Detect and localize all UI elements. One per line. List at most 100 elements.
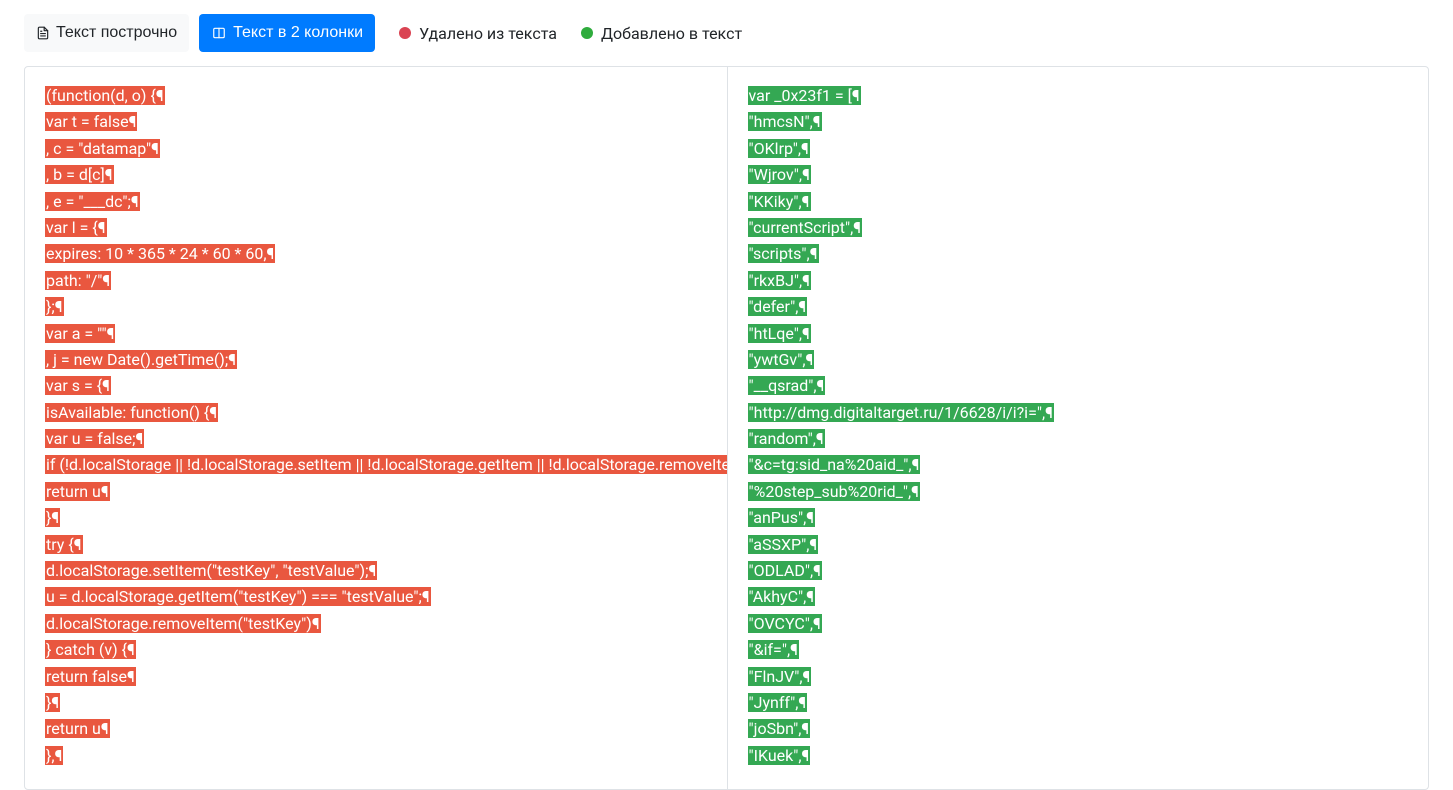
diff-area: (function(d, o) {¶ var t = false¶ , c = "d… xyxy=(24,66,1429,790)
removed-text: if (!d.localStorage || !d.localStorage.s… xyxy=(45,455,727,474)
added-text: "&c=tg:sid_na%20aid_",¶ xyxy=(748,455,921,474)
removed-text: }¶ xyxy=(45,693,60,712)
diff-line: , e = "___dc";¶ xyxy=(45,189,707,215)
removed-text: var u = false;¶ xyxy=(45,429,144,448)
removed-text: , b = d[c]¶ xyxy=(45,165,114,184)
removed-text: },¶ xyxy=(45,746,63,765)
removed-text: var s = {¶ xyxy=(45,376,111,395)
diff-line: "IKuek",¶ xyxy=(748,743,1409,769)
removed-text: try {¶ xyxy=(45,535,83,554)
mode-columns-label: Текст в 2 колонки xyxy=(233,21,363,45)
diff-line: return u¶ xyxy=(45,716,707,742)
removed-text: var t = false¶ xyxy=(45,112,137,131)
mode-columns-button[interactable]: Текст в 2 колонки xyxy=(199,14,375,52)
diff-line: var a = ""¶ xyxy=(45,321,707,347)
legend-added: Добавлено в текст xyxy=(581,24,742,43)
diff-line: "Jynff",¶ xyxy=(748,690,1409,716)
added-text: "joSbn",¶ xyxy=(748,719,811,738)
removed-text: isAvailable: function() {¶ xyxy=(45,403,218,422)
mode-line-button[interactable]: Текст построчно xyxy=(24,14,189,52)
added-text: "Jynff",¶ xyxy=(748,693,808,712)
legend-added-label: Добавлено в текст xyxy=(601,24,742,43)
added-text: var _0x23f1 = [¶ xyxy=(748,86,861,105)
diff-line: "FlnJV",¶ xyxy=(748,664,1409,690)
toolbar: Текст построчно Текст в 2 колонки Удален… xyxy=(0,0,1453,66)
diff-line: "%20step_sub%20rid_",¶ xyxy=(748,479,1409,505)
added-text: "KKiky",¶ xyxy=(748,192,811,211)
removed-text: , c = "datamap"¶ xyxy=(45,139,160,158)
diff-line: , j = new Date().getTime();¶ xyxy=(45,347,707,373)
diff-right-column: var _0x23f1 = [¶ "hmcsN",¶ "OKlrp",¶ "Wjrov… xyxy=(727,67,1429,789)
diff-line: var _0x23f1 = [¶ xyxy=(748,83,1409,109)
legend-removed: Удалено из текста xyxy=(399,24,557,43)
added-text: "%20step_sub%20rid_",¶ xyxy=(748,482,920,501)
diff-line: "OKlrp",¶ xyxy=(748,136,1409,162)
diff-line: }¶ xyxy=(45,690,707,716)
added-text: "IKuek",¶ xyxy=(748,746,811,765)
diff-line: } catch (v) {¶ xyxy=(45,637,707,663)
added-text: "scripts",¶ xyxy=(748,244,819,263)
added-text: "ywtGv",¶ xyxy=(748,350,815,369)
added-text: "FlnJV",¶ xyxy=(748,667,812,686)
added-text: "random",¶ xyxy=(748,429,825,448)
added-text: "anPus",¶ xyxy=(748,508,816,527)
diff-left-column: (function(d, o) {¶ var t = false¶ , c = "d… xyxy=(25,67,727,789)
removed-text: (function(d, o) {¶ xyxy=(45,86,165,105)
diff-line: path: "/"¶ xyxy=(45,268,707,294)
diff-line: },¶ xyxy=(45,743,707,769)
diff-line: d.localStorage.removeItem("testKey")¶ xyxy=(45,611,707,637)
removed-text: } catch (v) {¶ xyxy=(45,640,136,659)
diff-line: "ODLAD",¶ xyxy=(748,558,1409,584)
diff-line: , c = "datamap"¶ xyxy=(45,136,707,162)
diff-line: return u¶ xyxy=(45,479,707,505)
diff-line: "hmcsN",¶ xyxy=(748,109,1409,135)
added-text: "currentScript",¶ xyxy=(748,218,863,237)
removed-text: path: "/"¶ xyxy=(45,271,111,290)
diff-line: "&c=tg:sid_na%20aid_",¶ xyxy=(748,452,1409,478)
diff-line: expires: 10 * 365 * 24 * 60 * 60,¶ xyxy=(45,241,707,267)
diff-line: "htLqe",¶ xyxy=(748,321,1409,347)
added-text: "OKlrp",¶ xyxy=(748,139,810,158)
diff-line: }¶ xyxy=(45,505,707,531)
removed-text: var a = ""¶ xyxy=(45,324,115,343)
diff-line: if (!d.localStorage || !d.localStorage.s… xyxy=(45,452,707,478)
diff-line: "OVCYC",¶ xyxy=(748,611,1409,637)
columns-icon xyxy=(211,26,227,40)
diff-line: var u = false;¶ xyxy=(45,426,707,452)
diff-line: u = d.localStorage.getItem("testKey") ==… xyxy=(45,584,707,610)
diff-line: d.localStorage.setItem("testKey", "testV… xyxy=(45,558,707,584)
dot-removed-icon xyxy=(399,27,411,39)
diff-line: "aSSXP",¶ xyxy=(748,532,1409,558)
removed-text: }¶ xyxy=(45,508,60,527)
diff-line: "Wjrov",¶ xyxy=(748,162,1409,188)
removed-text: d.localStorage.removeItem("testKey")¶ xyxy=(45,614,321,633)
added-text: "Wjrov",¶ xyxy=(748,165,811,184)
added-text: "aSSXP",¶ xyxy=(748,535,819,554)
removed-text: return false¶ xyxy=(45,667,136,686)
file-text-icon xyxy=(36,26,50,40)
added-text: "OVCYC",¶ xyxy=(748,614,822,633)
diff-line: var t = false¶ xyxy=(45,109,707,135)
removed-text: };¶ xyxy=(45,297,64,316)
diff-line: return false¶ xyxy=(45,664,707,690)
diff-line: "random",¶ xyxy=(748,426,1409,452)
added-text: "__qsrad",¶ xyxy=(748,376,826,395)
added-text: "defer",¶ xyxy=(748,297,808,316)
removed-text: return u¶ xyxy=(45,482,110,501)
diff-line: "joSbn",¶ xyxy=(748,716,1409,742)
added-text: "rkxBJ",¶ xyxy=(748,271,812,290)
diff-line: "anPus",¶ xyxy=(748,505,1409,531)
removed-text: , j = new Date().getTime();¶ xyxy=(45,350,237,369)
diff-line: (function(d, o) {¶ xyxy=(45,83,707,109)
removed-text: var l = {¶ xyxy=(45,218,107,237)
legend-removed-label: Удалено из текста xyxy=(419,24,557,43)
diff-line: "http://dmg.digitaltarget.ru/1/6628/i/i?… xyxy=(748,400,1409,426)
removed-text: return u¶ xyxy=(45,719,110,738)
mode-line-label: Текст построчно xyxy=(56,21,177,45)
removed-text: u = d.localStorage.getItem("testKey") ==… xyxy=(45,587,431,606)
added-text: "AkhyC",¶ xyxy=(748,587,816,606)
diff-line: , b = d[c]¶ xyxy=(45,162,707,188)
diff-line: isAvailable: function() {¶ xyxy=(45,400,707,426)
diff-line: "AkhyC",¶ xyxy=(748,584,1409,610)
diff-line: var l = {¶ xyxy=(45,215,707,241)
